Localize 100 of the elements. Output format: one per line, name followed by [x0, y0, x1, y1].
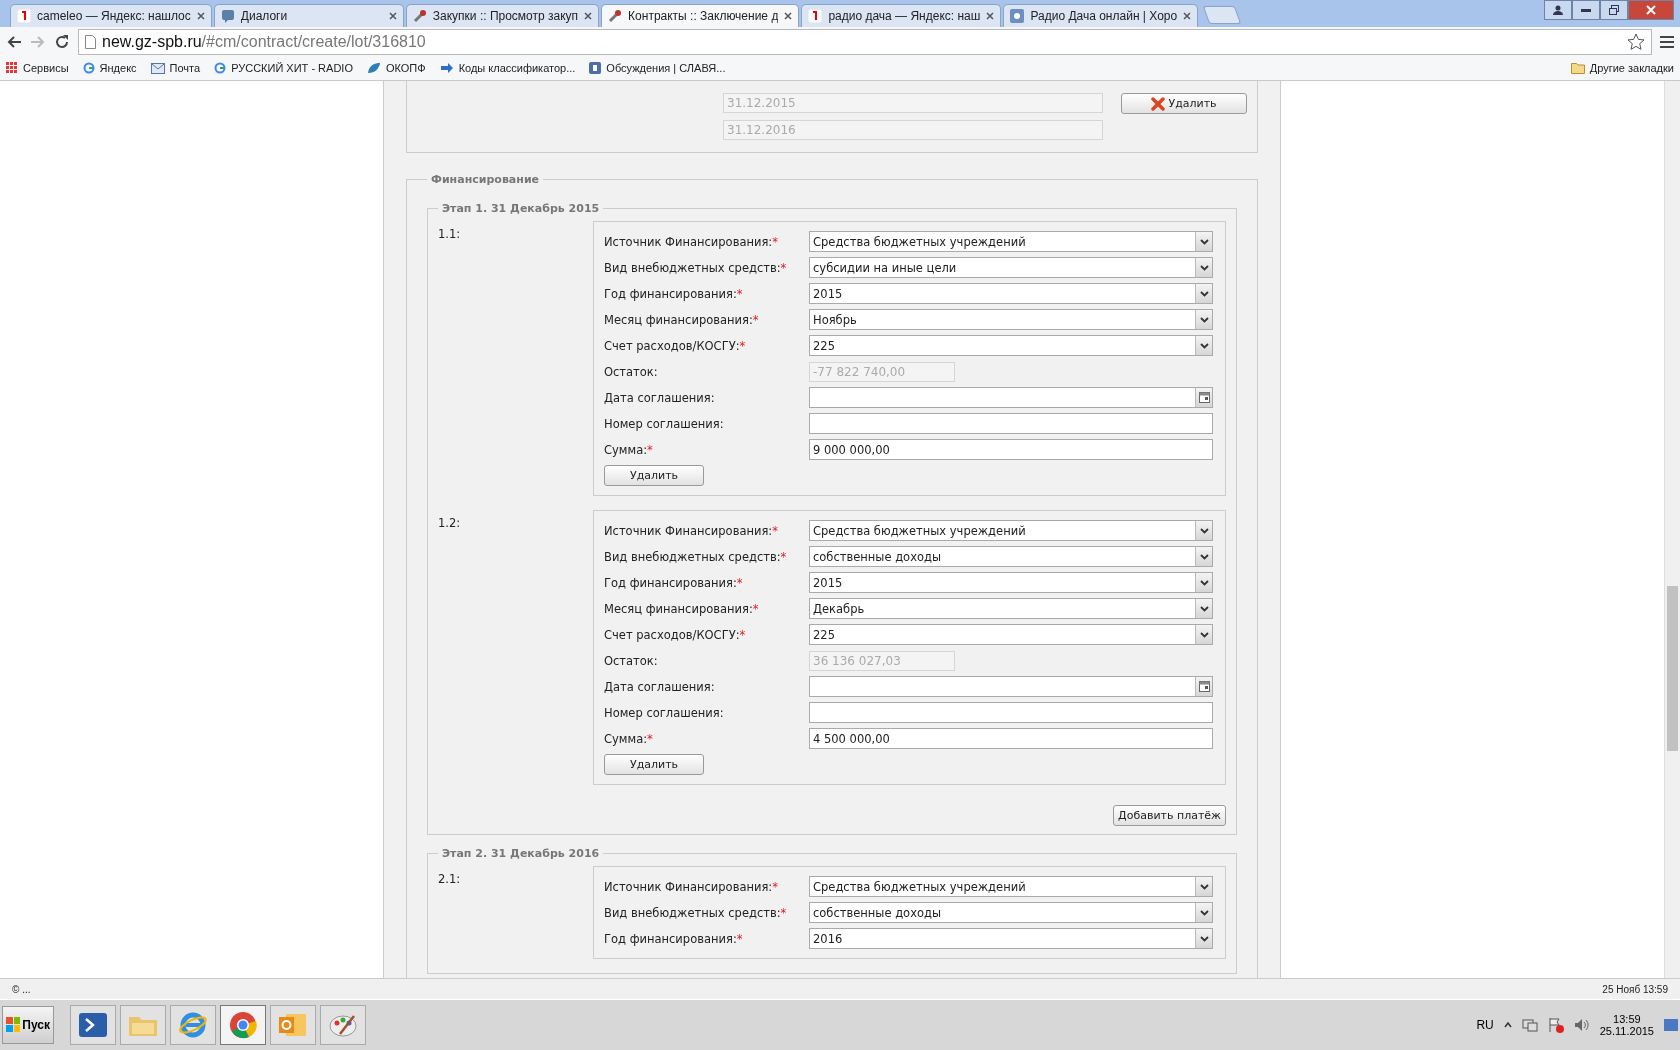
- dropdown[interactable]: 225: [809, 335, 1213, 356]
- terminal-icon: [79, 1013, 107, 1037]
- field-label: Вид внебюджетных средств:*: [604, 905, 788, 920]
- date-field[interactable]: [809, 387, 1213, 408]
- palette-icon: [328, 1012, 358, 1038]
- field-label: Год финансирования:*: [604, 286, 744, 301]
- input-field[interactable]: 4 500 000,00: [809, 728, 1213, 749]
- chevron-down-icon: [1199, 342, 1209, 349]
- chevron-down-icon: [1199, 605, 1209, 612]
- clock[interactable]: 13:59 25.11.2015: [1599, 1013, 1654, 1037]
- person-icon: [1553, 5, 1563, 15]
- address-bar[interactable]: new.gz-spb.ru/#cm/contract/create/lot/316810: [78, 28, 1652, 55]
- dropdown[interactable]: Декабрь: [809, 598, 1213, 619]
- input-field[interactable]: [809, 702, 1213, 723]
- field-label: Год финансирования:*: [604, 575, 744, 590]
- reload-icon[interactable]: [54, 33, 70, 50]
- close-icon[interactable]: [388, 12, 397, 20]
- close-icon[interactable]: [986, 12, 995, 20]
- flag-error-icon[interactable]: [1547, 1017, 1564, 1033]
- bookmark-folder[interactable]: Другие закладки: [1570, 62, 1674, 74]
- close-button[interactable]: [1628, 0, 1674, 20]
- input-field[interactable]: [809, 413, 1213, 434]
- browser-tab[interactable]: Контракты :: Заключение д: [601, 4, 800, 27]
- apps-grid-icon: [6, 62, 18, 74]
- bookmark-link[interactable]: Почта: [150, 62, 201, 74]
- speaker-icon[interactable]: [1573, 1018, 1590, 1032]
- chevron-down-icon: [1199, 290, 1209, 297]
- dropdown[interactable]: Средства бюджетных учреждений: [809, 231, 1213, 252]
- status-date: 25 Нояб 13:59: [1602, 983, 1668, 995]
- delete-button[interactable]: Удалить: [604, 465, 704, 486]
- calendar-icon[interactable]: [1198, 392, 1210, 403]
- bookmark-link[interactable]: Сервисы: [6, 62, 69, 74]
- dropdown[interactable]: 225: [809, 624, 1213, 645]
- browser-tab[interactable]: cameleo — Яндекс: нашлос: [10, 4, 212, 27]
- network-icon[interactable]: [1521, 1018, 1538, 1032]
- section-legend: Финансирование: [427, 173, 544, 186]
- close-icon[interactable]: [584, 12, 593, 20]
- vk-logo-icon: [589, 62, 602, 74]
- yandex-icon: [808, 9, 823, 23]
- dropdown[interactable]: Средства бюджетных учреждений: [809, 876, 1213, 897]
- field-label: Остаток:: [604, 364, 659, 379]
- close-icon[interactable]: [784, 12, 793, 20]
- browser-tab[interactable]: Закупки :: Просмотр закуп: [405, 4, 600, 27]
- close-icon[interactable]: [1183, 12, 1192, 20]
- date-field[interactable]: [809, 676, 1213, 697]
- bookmark-link[interactable]: ОКОПФ: [366, 62, 426, 74]
- calendar-icon[interactable]: [1198, 681, 1210, 692]
- chevron-down-icon: [1199, 579, 1209, 586]
- dropdown[interactable]: 2016: [809, 928, 1213, 949]
- dropdown[interactable]: Ноябрь: [809, 309, 1213, 330]
- taskbar-app[interactable]: [320, 1005, 366, 1045]
- scrollbar[interactable]: [1664, 81, 1680, 978]
- language-indicator[interactable]: RU: [1476, 1018, 1494, 1032]
- delete-x-icon: [1151, 96, 1166, 111]
- browser-tab[interactable]: радио дача — Яндекс: наш: [801, 4, 1002, 27]
- dropdown[interactable]: 2015: [809, 572, 1213, 593]
- bookmark-link[interactable]: Коды классификатор...: [439, 62, 576, 74]
- chat-icon: [220, 9, 235, 23]
- dropdown[interactable]: субсидии на иные цели: [809, 257, 1213, 278]
- windows-flag-icon: [6, 1017, 21, 1033]
- g-logo-icon: [82, 62, 95, 74]
- taskbar-app[interactable]: [220, 1005, 266, 1045]
- star-icon[interactable]: [1627, 32, 1645, 51]
- browser-tab[interactable]: Диалоги: [213, 4, 404, 27]
- bookmark-link[interactable]: Яндекс: [82, 62, 137, 74]
- yandex-icon: [17, 9, 31, 23]
- restore-button[interactable]: [1600, 0, 1628, 20]
- bookmark-link[interactable]: Обсуждения | СЛАВЯ...: [589, 62, 726, 74]
- field-label: Номер соглашения:: [604, 705, 725, 720]
- url-path: /#cm/contract/create/lot/316810: [201, 32, 426, 50]
- chevron-down-icon: [1199, 553, 1209, 560]
- minimize-button[interactable]: [1572, 0, 1600, 20]
- start-button[interactable]: Пуск: [2, 1006, 54, 1044]
- menu-icon[interactable]: [1660, 35, 1674, 48]
- back-icon[interactable]: [6, 34, 22, 49]
- g-logo-icon: [214, 62, 227, 74]
- dropdown[interactable]: собственные доходы: [809, 902, 1213, 923]
- field-label: Вид внебюджетных средств:*: [604, 260, 788, 275]
- browser-tab[interactable]: Радио Дача онлайн | Хоро: [1003, 4, 1199, 27]
- taskbar-app[interactable]: [70, 1005, 116, 1045]
- field-label: Дата соглашения:: [604, 390, 716, 405]
- dropdown[interactable]: 2015: [809, 283, 1213, 304]
- payment-number: 1.1:: [438, 226, 462, 243]
- delete-button[interactable]: Удалить: [604, 754, 704, 775]
- envelope-icon: [150, 62, 165, 74]
- leaf-icon: [366, 62, 381, 74]
- field-label: Год финансирования:*: [604, 931, 744, 946]
- dropdown[interactable]: собственные доходы: [809, 546, 1213, 567]
- chrome-icon: [229, 1011, 257, 1039]
- radio-icon: [1010, 9, 1025, 23]
- bookmark-link[interactable]: РУССКИЙ ХИТ - RADIO: [214, 62, 353, 74]
- input-field[interactable]: 9 000 000,00: [809, 439, 1213, 460]
- dropdown[interactable]: Средства бюджетных учреждений: [809, 520, 1213, 541]
- close-icon[interactable]: [196, 12, 205, 20]
- add-payment-button[interactable]: Добавить платёж: [1113, 805, 1226, 826]
- taskbar-app[interactable]: [170, 1005, 216, 1045]
- delete-button[interactable]: Удалить: [1121, 93, 1247, 114]
- user-button[interactable]: [1544, 0, 1572, 20]
- field-label: Вид внебюджетных средств:*: [604, 549, 788, 564]
- field-label: Месяц финансирования:*: [604, 312, 760, 327]
